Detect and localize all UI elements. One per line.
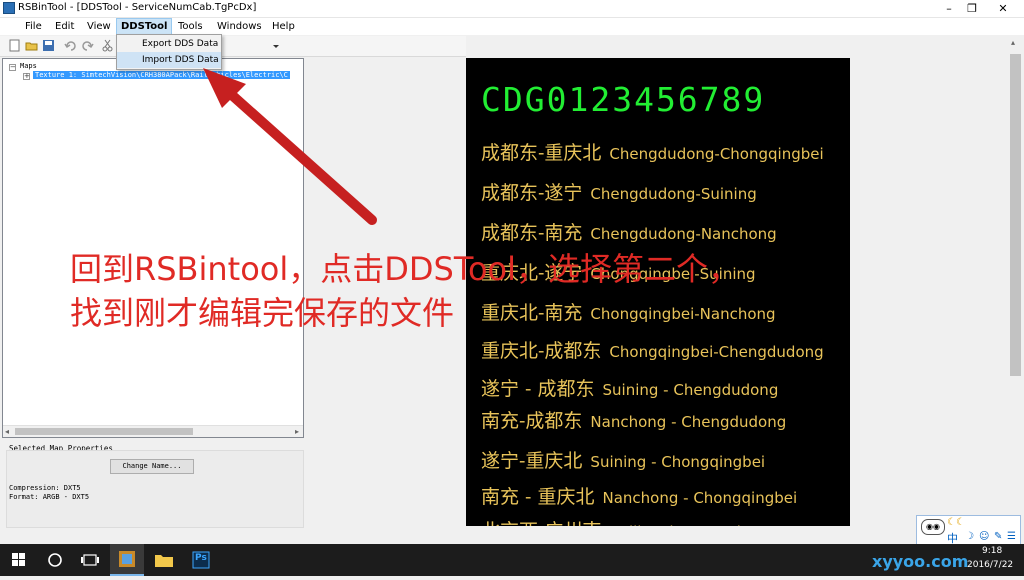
- menu-edit[interactable]: Edit: [51, 19, 78, 34]
- ime-emoji-icon[interactable]: ☺: [979, 531, 989, 542]
- route-row: 重庆北-南充 Chongqingbei-Nanchong: [481, 298, 776, 325]
- close-button[interactable]: ✕: [988, 0, 1018, 17]
- compression-value: Compression: DXT5: [9, 484, 81, 492]
- menu-tools[interactable]: Tools: [174, 19, 207, 34]
- route-row: 北京西-广州南 Beijingxi-Guangzhounan: [481, 516, 793, 526]
- route-pinyin: Chengdudong-Chongqingbei: [609, 145, 824, 163]
- tree-item-texture-1[interactable]: Texture 1: SimtechVision\CRH380APack\Rai…: [33, 71, 290, 79]
- open-folder-icon[interactable]: [25, 39, 38, 52]
- route-pinyin: Beijingxi-Guangzhounan: [609, 523, 793, 526]
- watermark: xyyoo.com: [872, 552, 969, 571]
- cut-icon[interactable]: [101, 39, 114, 52]
- ddstool-dropdown: Export DDS Data Import DDS Data: [116, 34, 222, 70]
- route-chinese: 重庆北-成都东: [481, 340, 602, 362]
- annotation-line-1: 回到RSBintool，点击DDSTool，选择第二个，: [70, 250, 741, 288]
- ime-toolbar: ◉◉ ☾☾ 中 ☽ ☺ ✎ ☰: [916, 515, 1021, 547]
- route-pinyin: Chongqingbei-Nanchong: [590, 305, 776, 323]
- route-row: 南充 - 重庆北 Nanchong - Chongqingbei: [481, 482, 797, 509]
- tree-horizontal-scrollbar[interactable]: ◂ ▸: [3, 425, 303, 437]
- task-view-icon[interactable]: [73, 544, 107, 576]
- file-explorer-icon[interactable]: [147, 544, 181, 576]
- route-chinese: 遂宁-重庆北: [481, 450, 583, 472]
- save-icon[interactable]: [42, 39, 55, 52]
- route-pinyin: Chongqingbei-Chengdudong: [609, 343, 824, 361]
- menu-view[interactable]: View: [83, 19, 115, 34]
- ime-tools-icon[interactable]: ✎: [994, 531, 1002, 542]
- ime-menu-icon[interactable]: ☰: [1007, 531, 1016, 542]
- cortana-search-icon[interactable]: [38, 544, 72, 576]
- photoshop-label: Ps: [195, 553, 207, 563]
- moon-icon: ☾☾: [947, 517, 965, 528]
- taskbar: Ps 9:18 2016/7/22: [0, 544, 1024, 576]
- route-chinese: 成都东-南充: [481, 222, 583, 244]
- route-row: 成都东-重庆北 Chengdudong-Chongqingbei: [481, 138, 824, 165]
- menu-bar: File Edit View DDSTool Tools Windows Hel…: [0, 18, 1024, 35]
- scroll-right-icon[interactable]: ▸: [295, 427, 299, 436]
- scroll-left-icon[interactable]: ◂: [5, 427, 9, 436]
- route-pinyin: Chengdudong-Suining: [590, 185, 757, 203]
- route-pinyin: Nanchong - Chongqingbei: [602, 489, 798, 507]
- rsbintool-taskbar-icon[interactable]: [110, 544, 144, 576]
- route-pinyin: Nanchong - Chengdudong: [590, 413, 787, 431]
- texture-preview: CDG0123456789 成都东-重庆北 Chengdudong-Chongqi…: [466, 58, 850, 526]
- route-row: 成都东-南充 Chengdudong-Nanchong: [481, 218, 777, 245]
- route-chinese: 南充 - 重庆北: [481, 486, 595, 508]
- selected-map-properties: Selected Map Properties Compression: DXT…: [2, 442, 304, 528]
- toolbar: [0, 36, 466, 57]
- route-chinese: 南充-成都东: [481, 410, 583, 432]
- undo-icon[interactable]: [64, 39, 77, 52]
- new-file-icon[interactable]: [8, 39, 21, 52]
- format-value: Format: ARGB - DXT5: [9, 493, 90, 501]
- menu-ddstool[interactable]: DDSTool: [116, 18, 173, 35]
- menu-help[interactable]: Help: [268, 19, 299, 34]
- menu-windows[interactable]: Windows: [213, 19, 266, 34]
- owl-icon: ◉◉: [921, 519, 945, 535]
- route-row: 南充-成都东 Nanchong - Chengdudong: [481, 406, 786, 433]
- import-dds-data-item[interactable]: Import DDS Data: [117, 52, 221, 68]
- redo-icon[interactable]: [81, 39, 94, 52]
- restore-button[interactable]: ❐: [957, 0, 987, 17]
- route-chinese: 成都东-遂宁: [481, 182, 583, 204]
- clock-date[interactable]: 2016/7/22: [967, 560, 1013, 570]
- route-row: 重庆北-成都东 Chongqingbei-Chengdudong: [481, 336, 824, 363]
- export-dds-data-item[interactable]: Export DDS Data: [117, 36, 221, 52]
- route-chinese: 北京西-广州南: [481, 520, 601, 526]
- menu-file[interactable]: File: [21, 19, 46, 34]
- route-row: 遂宁 - 成都东 Suining - Chengdudong: [481, 374, 778, 401]
- route-row: 成都东-遂宁 Chengdudong-Suining: [481, 178, 757, 205]
- annotation-line-2: 找到刚才编辑完保存的文件: [70, 294, 455, 332]
- vertical-scroll-thumb[interactable]: [1010, 54, 1021, 376]
- clock-time[interactable]: 9:18: [982, 546, 1002, 556]
- photoshop-icon[interactable]: Ps: [184, 544, 218, 576]
- digit-strip: CDG0123456789: [481, 80, 766, 119]
- route-pinyin: Suining - Chongqingbei: [590, 453, 766, 471]
- route-chinese: 遂宁 - 成都东: [481, 378, 595, 400]
- route-chinese: 重庆北-南充: [481, 302, 583, 324]
- window-title: RSBinTool - [DDSTool - ServiceNumCab.TgP…: [18, 2, 257, 13]
- route-pinyin: Suining - Chengdudong: [602, 381, 779, 399]
- change-name-button[interactable]: Change Name...: [110, 459, 194, 474]
- expand-icon[interactable]: +: [23, 73, 30, 80]
- windows-start-icon[interactable]: [2, 544, 36, 576]
- route-chinese: 成都东-重庆北: [481, 142, 602, 164]
- tree-root-maps[interactable]: Maps: [20, 62, 37, 70]
- scroll-thumb[interactable]: [15, 428, 193, 435]
- title-bar: RSBinTool - [DDSTool - ServiceNumCab.TgP…: [0, 0, 1024, 18]
- ime-punctuation-icon[interactable]: ☽: [965, 531, 974, 542]
- route-pinyin: Chengdudong-Nanchong: [590, 225, 777, 243]
- scroll-up-icon[interactable]: ▴: [1011, 38, 1015, 47]
- collapse-icon[interactable]: −: [9, 64, 16, 71]
- app-icon: [3, 2, 15, 14]
- toolbar-dropdown-icon[interactable]: [272, 39, 280, 52]
- vertical-scrollbar[interactable]: ▴: [1007, 36, 1024, 526]
- route-row: 遂宁-重庆北 Suining - Chongqingbei: [481, 446, 765, 473]
